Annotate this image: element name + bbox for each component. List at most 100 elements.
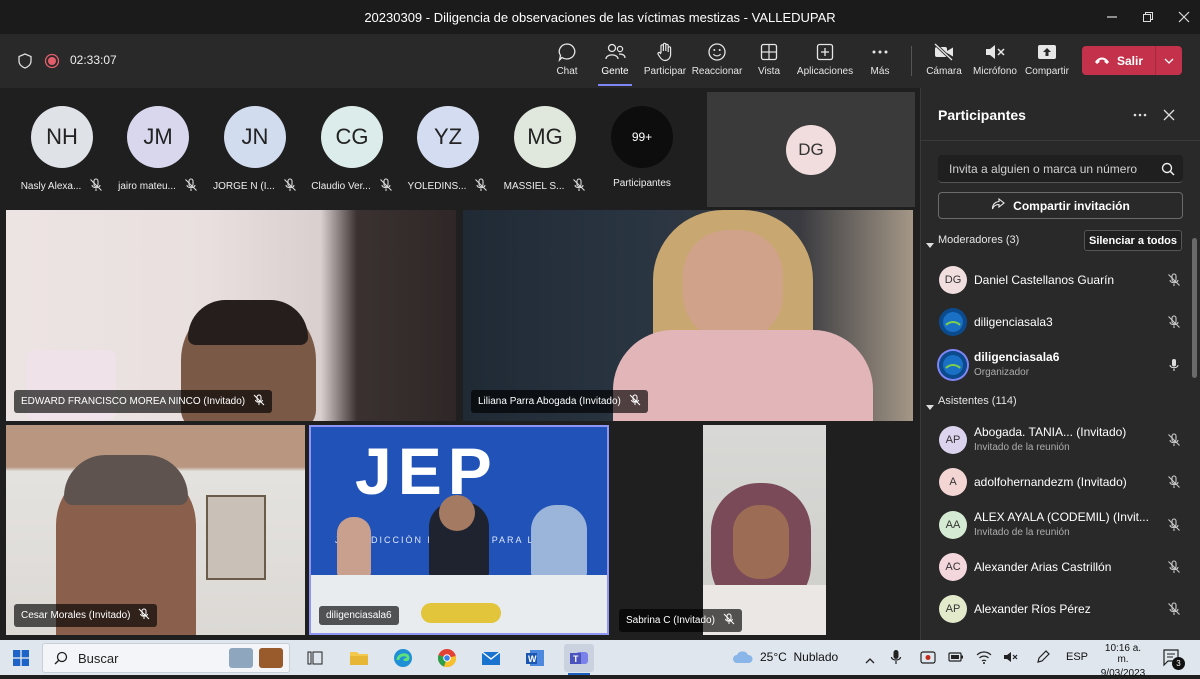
avatar: NH [31, 106, 93, 168]
leave-button[interactable]: Salir [1082, 46, 1182, 75]
word-icon[interactable]: W [520, 644, 550, 672]
close-icon[interactable] [1163, 108, 1175, 126]
volume-muted-icon[interactable] [1003, 650, 1019, 669]
active-speaker-video-tile[interactable]: JEP JURISDICCIÓN ESPECIAL PARA LA PAZ di… [309, 425, 609, 635]
more-participants-button[interactable]: 99+ Participantes [596, 106, 688, 189]
participant-role: Invitado de la reunión [974, 527, 1070, 538]
participants-panel: Participantes Invita a alguien o marca u… [920, 88, 1200, 640]
pinned-participant-tile[interactable]: DG [707, 92, 915, 207]
participant-name-label: Liliana Parra Abogada (Invitado) [471, 390, 648, 413]
participant-name-label: diligenciasala6 [319, 606, 399, 625]
avatar: AP [939, 426, 967, 454]
ellipsis-icon[interactable] [1133, 106, 1147, 127]
mute-all-button[interactable]: Silenciar a todos [1084, 230, 1182, 251]
view-button[interactable]: Vista [740, 40, 798, 86]
chevron-up-icon[interactable] [865, 652, 875, 670]
participant-name: Alexander Ríos Pérez [974, 602, 1091, 616]
battery-icon[interactable] [948, 650, 964, 669]
windows-start-icon[interactable] [6, 644, 36, 672]
participant-name-label: Cesar Morales (Invitado) [14, 604, 158, 627]
avatar: A [939, 468, 967, 496]
raise-hand-button[interactable]: Participar [636, 40, 694, 86]
pen-icon[interactable] [1036, 650, 1050, 669]
collapse-attendees-icon[interactable] [926, 398, 934, 416]
search-highlight-image [229, 648, 253, 668]
mic-off-icon [723, 613, 735, 628]
participant-row[interactable]: AP Alexander Ríos Pérez [921, 588, 1191, 630]
phone-hangup-icon [1094, 54, 1110, 68]
wifi-icon[interactable] [976, 650, 992, 669]
participant-row[interactable]: AA ALEX AYALA (CODEMIL) (Invit... Invitado… [921, 504, 1191, 546]
mic-off-icon [572, 178, 586, 195]
participant-avatar-chip[interactable]: CG Claudio Ver... [306, 106, 398, 195]
search-icon [1161, 162, 1175, 181]
edge-icon[interactable] [388, 644, 418, 672]
weather-cloud-icon [732, 650, 754, 669]
video-tile[interactable] [703, 425, 826, 635]
share-button[interactable]: Compartir [1018, 40, 1076, 86]
apps-button[interactable]: Aplicaciones [796, 40, 854, 86]
mic-off-icon [253, 394, 265, 409]
participant-avatar-chip[interactable]: YZ YOLEDINS... [402, 106, 494, 195]
participant-avatar-chip[interactable]: MG MASSIEL S... [499, 106, 591, 195]
taskbar-search-box[interactable]: Buscar [42, 643, 290, 673]
close-window-button[interactable] [1164, 0, 1200, 34]
teams-icon[interactable]: T [564, 644, 594, 672]
meeting-timer: 02:33:07 [70, 53, 117, 67]
mail-icon[interactable] [476, 644, 506, 672]
participant-role: Invitado de la reunión [974, 442, 1070, 453]
invite-search-input[interactable]: Invita a alguien o marca un número [938, 155, 1183, 183]
mic-off-icon [1167, 518, 1181, 537]
participant-avatar-chip[interactable]: JM jairo mateu... [112, 106, 204, 195]
camera-tray-icon[interactable] [920, 650, 936, 669]
wall-picture [206, 495, 266, 580]
more-button[interactable]: Más [851, 40, 909, 86]
avatar: YZ [417, 106, 479, 168]
task-view-icon[interactable] [300, 644, 330, 672]
avatar: AC [939, 553, 967, 581]
avatar: AA [939, 511, 967, 539]
microphone-button[interactable]: Micrófono [966, 40, 1024, 86]
chrome-icon[interactable] [432, 644, 462, 672]
clock[interactable]: 10:16 a. m. 9/03/2023 [1098, 643, 1148, 679]
video-tile[interactable]: EDWARD FRANCISCO MOREA NINCO (Invitado) [6, 210, 456, 421]
justicia-digital-logo [939, 308, 967, 336]
mic-off-icon [474, 178, 488, 195]
camera-off-icon [933, 40, 955, 64]
participant-row[interactable]: DG Daniel Castellanos Guarín [921, 259, 1191, 301]
participant-avatar-chip[interactable]: JN JORGE N (I... [209, 106, 301, 195]
participant-row[interactable]: diligenciasala6 Organizador [921, 344, 1191, 386]
panel-scrollbar[interactable] [1192, 238, 1197, 378]
minimize-button[interactable] [1092, 0, 1132, 34]
shield-icon[interactable] [18, 53, 32, 74]
participant-clothing [613, 330, 873, 421]
share-screen-icon [1036, 40, 1058, 64]
video-tile[interactable]: Liliana Parra Abogada (Invitado) [463, 210, 913, 421]
participant-row[interactable]: Aadolfohernandezm (Invitado) [921, 461, 1191, 503]
camera-button[interactable]: Cámara [915, 40, 973, 86]
react-button[interactable]: Reaccionar [688, 40, 746, 86]
collapse-moderators-icon[interactable] [926, 236, 934, 254]
video-tile[interactable]: Cesar Morales (Invitado) [6, 425, 305, 635]
participant-name: jairo mateu... [118, 181, 176, 192]
microphone-icon[interactable] [890, 649, 902, 670]
leave-options-chevron-icon[interactable] [1156, 58, 1182, 64]
mic-off-icon [1167, 273, 1181, 292]
maximize-button[interactable] [1128, 0, 1168, 34]
file-explorer-icon[interactable] [344, 644, 374, 672]
avatar: MG [514, 106, 576, 168]
avatar: JN [224, 106, 286, 168]
window-titlebar: 20230309 - Diligencia de observaciones d… [0, 0, 1200, 34]
mic-off-icon [1167, 433, 1181, 452]
participant-row[interactable]: AC Alexander Arias Castrillón [921, 546, 1191, 588]
participant-avatar-chip[interactable]: NH Nasly Alexa... [16, 106, 108, 195]
mic-off-icon [283, 178, 297, 195]
participant-row[interactable]: diligenciasala3 [921, 301, 1191, 343]
weather-label[interactable]: 25°C Nublado [760, 650, 838, 664]
input-language[interactable]: ESP [1066, 651, 1088, 663]
participant-row[interactable]: AP Abogada. TANIA... (Invitado) Invitado d… [921, 419, 1191, 461]
share-invite-button[interactable]: Compartir invitación [938, 192, 1183, 219]
mic-off-icon [1167, 560, 1181, 579]
avatar: DG [786, 125, 836, 175]
windows-taskbar: Buscar W T 25°C Nublado ESP 10:16 a. m. … [0, 640, 1200, 679]
